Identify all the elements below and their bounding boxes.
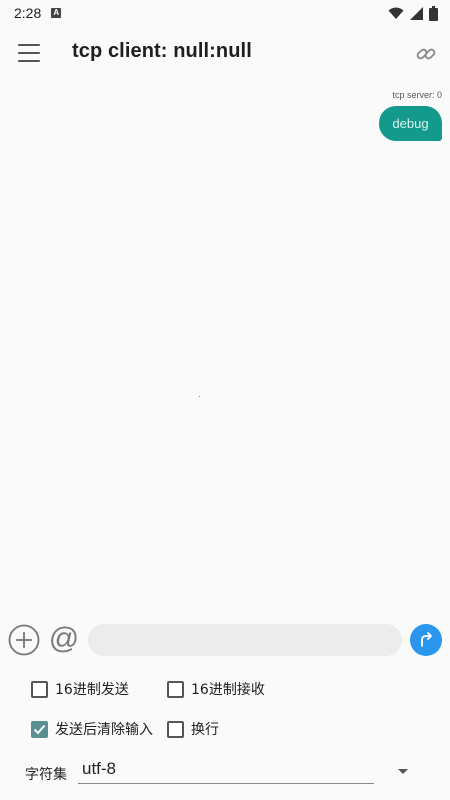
signal-icon <box>410 6 423 20</box>
hex-receive-label: 16进制接收 <box>191 682 265 698</box>
charset-label: 字符集 <box>25 767 67 783</box>
message-list: tcp server: 0 debug <box>0 80 450 620</box>
status-time: 2:28 <box>14 5 42 21</box>
chevron-down-icon[interactable] <box>398 769 408 774</box>
link-icon[interactable] <box>414 42 438 66</box>
clear-after-send-option[interactable]: 发送后清除输入 <box>31 719 153 739</box>
send-button[interactable] <box>410 624 442 656</box>
status-bar: 2:28 A <box>0 0 450 26</box>
message-bubble[interactable]: debug <box>379 106 442 141</box>
newline-checkbox[interactable] <box>167 720 184 738</box>
at-button[interactable]: @ <box>48 620 80 658</box>
message-meta: tcp server: 0 <box>392 90 442 100</box>
newline-option[interactable]: 换行 <box>167 719 219 739</box>
hex-receive-checkbox[interactable] <box>167 680 184 698</box>
clear-after-send-checkbox[interactable] <box>31 720 48 738</box>
app-bar: tcp client: null:null <box>0 26 450 80</box>
charset-value: utf-8 <box>82 759 117 778</box>
hex-send-option[interactable]: 16进制发送 <box>31 679 129 699</box>
wifi-icon <box>388 7 404 19</box>
decorative-dot <box>199 396 200 397</box>
hex-send-label: 16进制发送 <box>55 682 129 698</box>
page-title: tcp client: null:null <box>72 40 252 62</box>
charset-select[interactable]: utf-8 <box>78 756 374 784</box>
a-icon: A <box>51 8 62 18</box>
message-input[interactable] <box>88 624 402 656</box>
send-arrow-icon <box>421 632 432 647</box>
check-icon <box>33 724 46 734</box>
newline-label: 换行 <box>191 722 219 738</box>
battery-icon <box>429 5 438 21</box>
hex-send-checkbox[interactable] <box>31 680 48 698</box>
plus-circle-icon[interactable] <box>8 624 40 656</box>
clear-after-send-label: 发送后清除输入 <box>55 722 153 738</box>
status-right <box>388 5 438 21</box>
hex-receive-option[interactable]: 16进制接收 <box>167 679 265 699</box>
status-left: 2:28 A <box>14 5 62 21</box>
hamburger-icon[interactable] <box>18 44 40 62</box>
